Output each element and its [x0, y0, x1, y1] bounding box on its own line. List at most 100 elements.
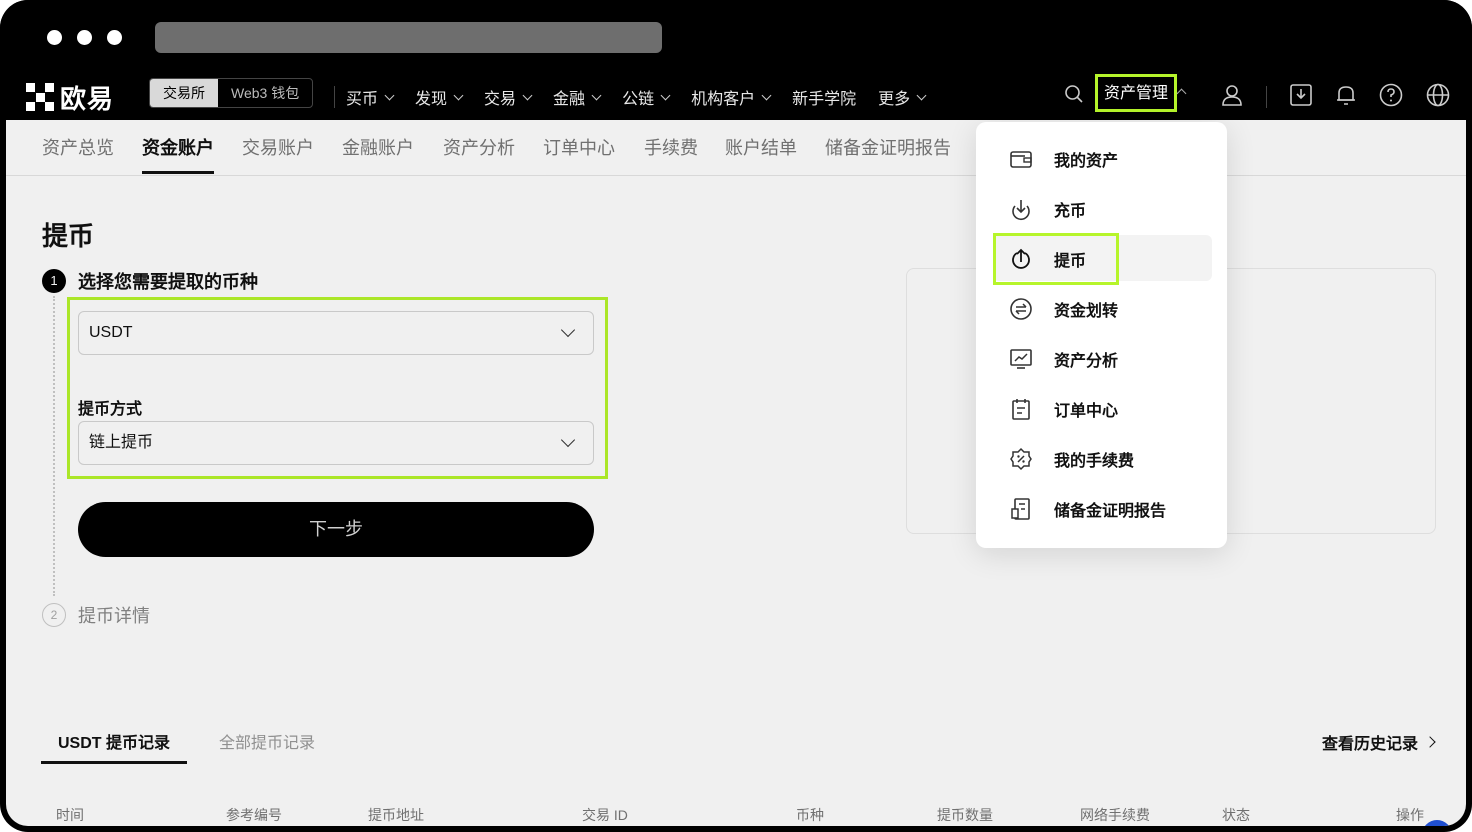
- download-app-icon[interactable]: [1288, 82, 1314, 108]
- sub-tab[interactable]: 手续费: [644, 134, 698, 174]
- deposit-icon: [1012, 200, 1030, 221]
- sub-tab[interactable]: 资产总览: [42, 134, 114, 174]
- nav-item-label: 公链: [622, 91, 655, 108]
- sub-tab[interactable]: 资金账户: [142, 134, 214, 174]
- dropdown-item-transfer[interactable]: 资金划转: [976, 284, 1227, 334]
- column-header: 操作: [1396, 807, 1424, 823]
- page-title: 提币: [42, 221, 95, 251]
- address-bar[interactable]: [155, 22, 662, 53]
- search-icon[interactable]: [1064, 84, 1084, 104]
- nav-item-label: 更多: [878, 91, 911, 108]
- withdraw-icon: [1012, 248, 1030, 269]
- dropdown-item-proof-of-reserves[interactable]: 储备金证明报告: [976, 484, 1227, 534]
- nav-item[interactable]: 买币: [346, 85, 395, 109]
- help-icon[interactable]: [1378, 82, 1404, 108]
- nav-item-label: 金融: [553, 91, 586, 108]
- dropdown-item-order-center[interactable]: 订单中心: [976, 384, 1227, 434]
- step-1-label: 选择您需要提取的币种: [78, 272, 258, 292]
- nav-item[interactable]: 更多: [878, 85, 927, 109]
- device-frame: 欧易 交易所 Web3 钱包 买币 发现 交易 金融 公链 机构客户 新手学院 更多 资产管理: [0, 0, 1472, 832]
- dropdown-item-wallet[interactable]: 我的资产: [976, 134, 1227, 184]
- tab-all-withdraw-records[interactable]: 全部提币记录: [219, 729, 315, 753]
- okx-logo-icon: [26, 83, 54, 111]
- chevron-down-icon: [453, 90, 464, 100]
- nav-item-label: 机构客户: [691, 91, 756, 108]
- brand-logo[interactable]: 欧易: [26, 79, 114, 115]
- wallet-icon: [1010, 151, 1032, 168]
- view-history-link[interactable]: 查看历史记录: [1322, 730, 1436, 754]
- next-step-button[interactable]: 下一步: [78, 502, 594, 557]
- withdraw-method-value: 链上提币: [89, 434, 154, 451]
- dropdown-item-label: 我的手续费: [1054, 453, 1135, 470]
- nav-divider: [334, 86, 335, 108]
- dropdown-item-label: 我的资产: [1054, 153, 1119, 170]
- column-header: 交易 ID: [582, 807, 628, 823]
- order-center-icon: [1012, 399, 1030, 420]
- dropdown-item-label: 储备金证明报告: [1054, 503, 1167, 520]
- sub-tab[interactable]: 资产分析: [443, 134, 515, 174]
- nav-item-label: 买币: [346, 91, 379, 108]
- chevron-down-icon: [384, 90, 395, 100]
- nav-item[interactable]: 金融: [553, 85, 602, 109]
- asset-management-menu[interactable]: 资产管理: [1095, 74, 1177, 112]
- proof-of-reserves-icon: [1011, 498, 1030, 520]
- chevron-down-icon: [560, 322, 576, 338]
- nav-item-label: 发现: [415, 91, 448, 108]
- nav-item[interactable]: 公链: [622, 85, 671, 109]
- withdraw-method-label: 提币方式: [78, 401, 143, 418]
- nav-item[interactable]: 新手学院: [792, 85, 856, 109]
- window-zoom-dot[interactable]: [107, 30, 122, 45]
- exchange-web3-switch: 交易所 Web3 钱包: [149, 78, 314, 108]
- chevron-down-icon: [916, 90, 927, 100]
- column-header: 时间: [56, 807, 84, 823]
- segment-web3-wallet[interactable]: Web3 钱包: [218, 79, 312, 107]
- view-history-label: 查看历史记录: [1322, 736, 1419, 753]
- account-sub-tabs: 资产总览 资金账户 交易账户 金融账户 资产分析 订单中心 手续费 账户结单 储备金证明报告: [6, 120, 1466, 176]
- nav-item[interactable]: 机构客户: [691, 85, 772, 109]
- chevron-down-icon: [591, 90, 602, 100]
- dropdown-item-deposit[interactable]: 充币: [976, 184, 1227, 234]
- page-viewport: 欧易 交易所 Web3 钱包 买币 发现 交易 金融 公链 机构客户 新手学院 更多 资产管理: [6, 74, 1466, 826]
- step-1-number: 1: [42, 269, 66, 293]
- support-chat-icon[interactable]: [1422, 820, 1452, 826]
- step-2-label: 提币详情: [78, 606, 150, 626]
- window-close-dot[interactable]: [47, 30, 62, 45]
- sub-tab[interactable]: 订单中心: [543, 134, 615, 174]
- withdraw-method-select[interactable]: 链上提币: [78, 421, 594, 465]
- dropdown-item-withdraw[interactable]: 提币: [976, 234, 1227, 284]
- column-header: 币种: [796, 807, 824, 823]
- main-menu: 买币 发现 交易 金融 公链 机构客户 新手学院 更多: [346, 74, 947, 120]
- nav-item-label: 新手学院: [792, 91, 857, 108]
- sub-tab[interactable]: 账户结单: [725, 134, 797, 174]
- nav-item[interactable]: 交易: [484, 85, 533, 109]
- window-minimize-dot[interactable]: [77, 30, 92, 45]
- sub-tab[interactable]: 储备金证明报告: [825, 134, 951, 174]
- dropdown-item-analysis[interactable]: 资产分析: [976, 334, 1227, 384]
- column-header: 网络手续费: [1080, 807, 1150, 823]
- tab-usdt-withdraw-records[interactable]: USDT 提币记录: [41, 729, 187, 764]
- user-icon[interactable]: [1219, 82, 1245, 108]
- dropdown-item-label: 订单中心: [1054, 403, 1119, 420]
- chevron-down-icon: [761, 90, 772, 100]
- coin-select-value: USDT: [89, 324, 133, 341]
- column-header: 参考编号: [226, 807, 282, 823]
- chevron-right-icon: [1424, 736, 1436, 748]
- notification-bell-icon[interactable]: [1333, 82, 1359, 108]
- coin-select[interactable]: USDT: [78, 311, 594, 355]
- segment-exchange[interactable]: 交易所: [150, 79, 218, 107]
- sub-tab[interactable]: 金融账户: [342, 134, 414, 174]
- dropdown-item-label: 充币: [1054, 203, 1087, 220]
- nav-item[interactable]: 发现: [415, 85, 464, 109]
- transfer-icon: [1010, 298, 1032, 320]
- sub-tab[interactable]: 交易账户: [242, 134, 314, 174]
- language-globe-icon[interactable]: [1425, 82, 1451, 108]
- chevron-up-icon: [1176, 88, 1187, 99]
- dropdown-item-fee[interactable]: 我的手续费: [976, 434, 1227, 484]
- dropdown-item-label: 资金划转: [1054, 303, 1119, 320]
- chevron-down-icon: [560, 432, 576, 448]
- asset-management-dropdown: 我的资产充币提币资金划转资产分析订单中心我的手续费储备金证明报告: [976, 122, 1227, 548]
- top-nav: 欧易 交易所 Web3 钱包 买币 发现 交易 金融 公链 机构客户 新手学院 更多 资产管理: [6, 74, 1466, 120]
- dropdown-item-label: 资产分析: [1054, 353, 1119, 370]
- column-header: 提币地址: [368, 807, 424, 823]
- chevron-down-icon: [522, 90, 533, 100]
